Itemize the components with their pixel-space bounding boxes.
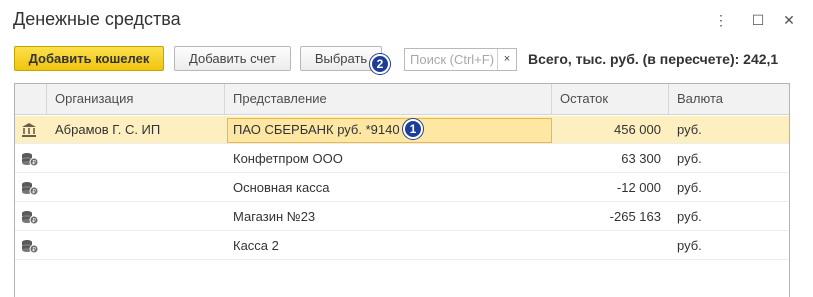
- close-icon[interactable]: ✕: [781, 12, 797, 28]
- svg-text:₽: ₽: [32, 160, 36, 167]
- cell-organization: [47, 203, 225, 231]
- coins-icon: ₽: [15, 174, 47, 202]
- search-box: ×: [404, 48, 517, 71]
- table-row[interactable]: ₽ Касса 2 руб.: [15, 232, 789, 260]
- cell-balance: 63 300: [621, 151, 661, 166]
- svg-text:₽: ₽: [32, 218, 36, 225]
- more-icon[interactable]: ⋮: [713, 12, 729, 28]
- table-header: Организация Представление Остаток Валюта: [15, 84, 789, 115]
- cell-currency: руб.: [677, 122, 702, 137]
- title-bar: Денежные средства ⋮ ☐ ✕: [0, 0, 813, 40]
- cell-organization: Абрамов Г. С. ИП: [55, 122, 161, 137]
- cell-organization: [47, 232, 225, 260]
- column-header-balance[interactable]: Остаток: [552, 84, 669, 115]
- cell-balance: 456 000: [614, 122, 661, 137]
- cell-representation[interactable]: Магазин №23: [225, 203, 552, 231]
- total-summary: Всего, тыс. руб. (в пересчете): 242,1: [528, 51, 779, 67]
- table-row[interactable]: ₽ Основная касса -12 000 руб.: [15, 174, 789, 202]
- column-header-currency[interactable]: Валюта: [669, 84, 789, 115]
- coins-icon: ₽: [15, 203, 47, 231]
- cash-table: Организация Представление Остаток Валюта…: [14, 83, 790, 297]
- clear-search-icon[interactable]: ×: [497, 49, 516, 70]
- column-header-representation[interactable]: Представление: [225, 84, 552, 115]
- callout-badge-2: 2: [370, 54, 390, 74]
- table-row[interactable]: ₽ Магазин №23 -265 163 руб.: [15, 203, 789, 231]
- cash-window: Денежные средства ⋮ ☐ ✕ Добавить кошелек…: [0, 0, 813, 297]
- cell-currency: руб.: [677, 238, 702, 253]
- add-account-button[interactable]: Добавить счет: [174, 46, 291, 71]
- cell-balance: [552, 232, 669, 260]
- cell-organization: [47, 145, 225, 173]
- column-header-organization[interactable]: Организация: [47, 84, 225, 115]
- callout-badge-1: 1: [403, 119, 423, 139]
- maximize-icon[interactable]: ☐: [750, 12, 766, 28]
- cell-currency: руб.: [677, 209, 702, 224]
- cell-representation-text: ПАО СБЕРБАНК руб. *9140: [233, 122, 400, 137]
- cell-representation[interactable]: Конфетпром ООО: [225, 145, 552, 173]
- table-row[interactable]: ₽ Конфетпром ООО 63 300 руб.: [15, 145, 789, 173]
- cell-representation[interactable]: Основная касса: [225, 174, 552, 202]
- toolbar: Добавить кошелек Добавить счет Выбрать ×…: [0, 46, 813, 74]
- coins-icon: ₽: [15, 232, 47, 260]
- cell-currency: руб.: [677, 180, 702, 195]
- column-header-icon[interactable]: [15, 84, 47, 115]
- search-input[interactable]: [405, 49, 497, 70]
- window-title: Денежные средства: [13, 9, 181, 29]
- cell-organization: [47, 174, 225, 202]
- coins-icon: ₽: [15, 145, 47, 173]
- bank-icon: [15, 116, 47, 144]
- cell-balance: -12 000: [616, 180, 661, 195]
- svg-text:₽: ₽: [32, 247, 36, 254]
- cell-representation[interactable]: ПАО СБЕРБАНК руб. *9140: [225, 116, 552, 144]
- cell-representation[interactable]: Касса 2: [225, 232, 552, 260]
- cell-balance: -265 163: [609, 209, 661, 224]
- svg-text:₽: ₽: [32, 189, 36, 196]
- cell-currency: руб.: [677, 151, 702, 166]
- add-wallet-button[interactable]: Добавить кошелек: [14, 46, 164, 71]
